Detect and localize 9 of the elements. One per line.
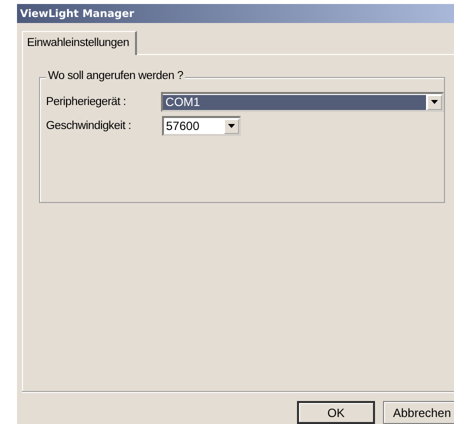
dropdown[interactable]: 57600 [162, 116, 241, 136]
dropdown[interactable]: COM1 [161, 92, 444, 112]
field-label: Geschwindigkeit : [46, 120, 132, 132]
dialog-button[interactable]: OK [297, 401, 375, 424]
group-title: Wo soll angerufen werden ? [46, 70, 186, 82]
window-title: ViewLight Manager [20, 8, 134, 20]
field-label: Peripheriegerät : [46, 96, 127, 108]
dialog-button[interactable]: Abbrechen [383, 401, 454, 424]
tab[interactable]: Einwahleinstellungen [22, 31, 138, 55]
